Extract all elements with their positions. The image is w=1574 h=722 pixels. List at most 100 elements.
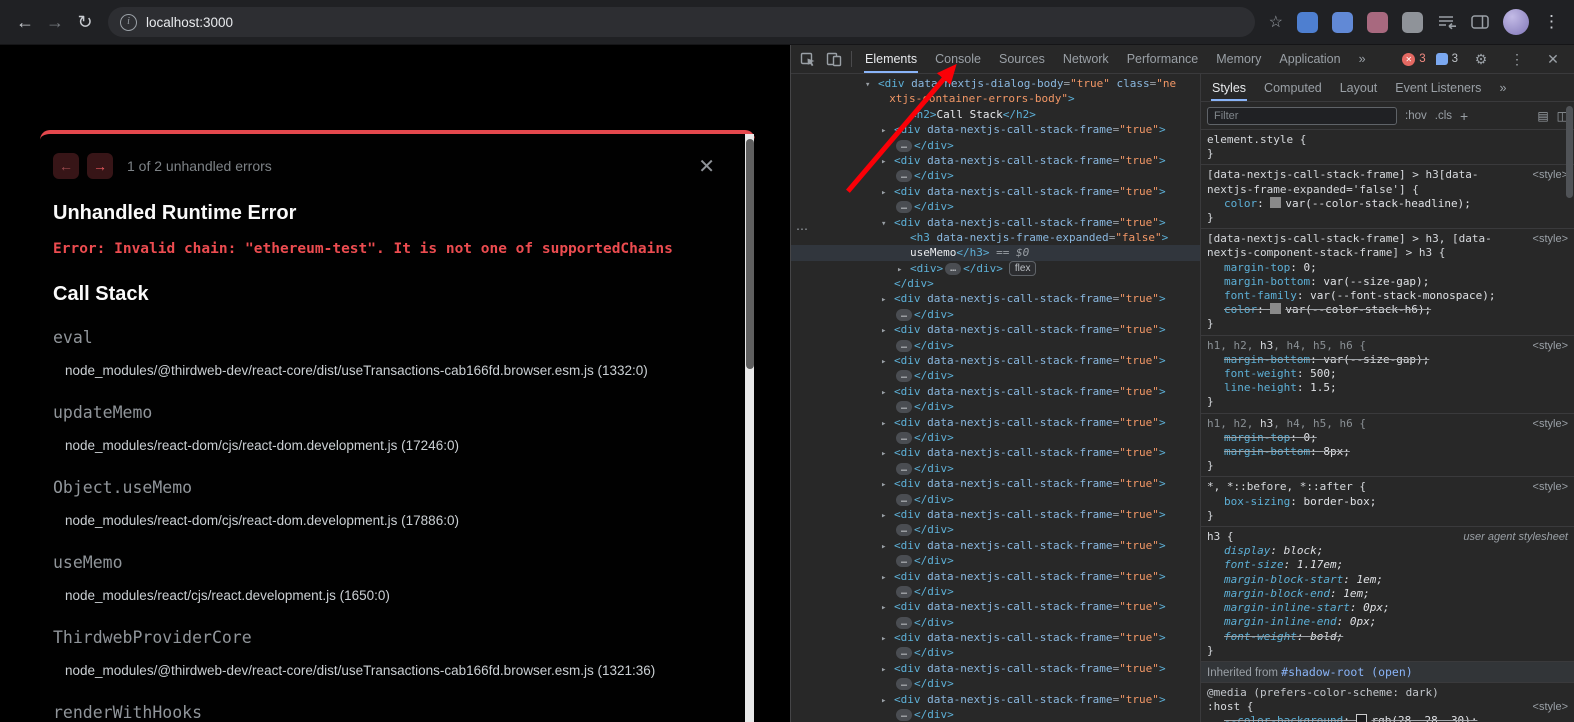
color-swatch[interactable] xyxy=(1270,197,1281,208)
tab-event-listeners[interactable]: Event Listeners xyxy=(1386,74,1490,101)
css-selector[interactable]: [data-nextjs-call-stack-frame] > h3, [da… xyxy=(1207,232,1568,246)
collapsed-content-ellipsis[interactable]: … xyxy=(896,524,912,536)
stylesheet-source-link[interactable]: <style> xyxy=(1533,481,1568,493)
dom-tree-line[interactable]: ▸<div data-nextjs-call-stack-frame="true… xyxy=(791,415,1200,430)
dom-tree-line[interactable]: …</div> xyxy=(791,461,1200,476)
collapsed-content-ellipsis[interactable]: … xyxy=(896,401,912,413)
settings-gear-icon[interactable]: ⚙ xyxy=(1468,46,1494,72)
dom-tree-line[interactable]: …</div> xyxy=(791,707,1200,722)
collapsed-content-ellipsis[interactable]: … xyxy=(896,709,912,721)
address-bar[interactable]: i localhost:3000 xyxy=(108,7,1255,37)
dom-tree-line[interactable]: ▸<div data-nextjs-call-stack-frame="true… xyxy=(791,384,1200,399)
stylesheet-source-link[interactable]: <style> xyxy=(1533,169,1568,181)
previous-error-button[interactable]: ← xyxy=(53,153,79,179)
dom-tree-line[interactable]: ▸<div data-nextjs-call-stack-frame="true… xyxy=(791,184,1200,199)
dom-tree-line[interactable]: ▸<div data-nextjs-call-stack-frame="true… xyxy=(791,661,1200,676)
dom-tree-line[interactable]: ▸<div data-nextjs-call-stack-frame="true… xyxy=(791,153,1200,168)
dom-tree-line[interactable]: …</div> xyxy=(791,399,1200,414)
collapsed-content-ellipsis[interactable]: … xyxy=(945,263,961,275)
next-error-button[interactable]: → xyxy=(87,153,113,179)
collapsed-content-ellipsis[interactable]: … xyxy=(896,370,912,382)
dom-tree-line[interactable]: ▸<div data-nextjs-call-stack-frame="true… xyxy=(791,630,1200,645)
css-property[interactable]: box-sizing: border-box; xyxy=(1207,495,1568,509)
tab-network[interactable]: Network xyxy=(1054,45,1118,73)
devtools-menu-icon[interactable]: ⋮ xyxy=(1504,46,1530,72)
dom-tree-line[interactable]: …</div> xyxy=(791,615,1200,630)
css-selector[interactable]: h1, h2, h3, h4, h5, h6 { xyxy=(1207,417,1568,431)
styles-scrollbar[interactable] xyxy=(1564,102,1574,722)
collapsed-content-ellipsis[interactable]: … xyxy=(896,678,912,690)
css-property[interactable]: --color-background: rgb(28, 28, 30); xyxy=(1207,714,1568,722)
css-selector[interactable]: element.style { xyxy=(1207,133,1568,147)
gutter-ellipsis[interactable]: ⋯ xyxy=(796,222,808,236)
css-property[interactable]: margin-block-end: 1em; xyxy=(1207,587,1568,601)
dom-tree-line[interactable]: ▸<div data-nextjs-call-stack-frame="true… xyxy=(791,692,1200,707)
dom-tree-line[interactable]: <h2>Call Stack</h2> xyxy=(791,107,1200,122)
forward-button[interactable]: → xyxy=(40,7,70,37)
errors-badge[interactable]: ✕ 3 xyxy=(1402,53,1425,66)
css-property[interactable]: margin-bottom: var(--size-gap); xyxy=(1207,353,1568,367)
dom-tree-line[interactable]: …</div> xyxy=(791,199,1200,214)
dom-tree-line[interactable]: …</div> xyxy=(791,584,1200,599)
dom-tree-line[interactable]: ▸<div data-nextjs-call-stack-frame="true… xyxy=(791,569,1200,584)
collapsed-content-ellipsis[interactable]: … xyxy=(896,340,912,352)
dom-tree-line[interactable]: …</div> xyxy=(791,338,1200,353)
tab-computed[interactable]: Computed xyxy=(1255,74,1331,101)
tab-layout[interactable]: Layout xyxy=(1331,74,1387,101)
css-property[interactable]: font-weight: bold; xyxy=(1207,630,1568,644)
extension-icon[interactable] xyxy=(1332,12,1353,33)
device-toolbar-icon[interactable] xyxy=(821,46,847,72)
css-property[interactable]: font-family: var(--font-stack-monospace)… xyxy=(1207,289,1568,303)
dom-tree-line[interactable]: …</div> xyxy=(791,676,1200,691)
dom-tree-line[interactable]: ▸<div data-nextjs-call-stack-frame="true… xyxy=(791,599,1200,614)
styles-scrollbar-thumb[interactable] xyxy=(1566,106,1573,198)
tab-application[interactable]: Application xyxy=(1270,45,1349,73)
css-property[interactable]: margin-top: 0; xyxy=(1207,261,1568,275)
collapsed-content-ellipsis[interactable]: … xyxy=(896,463,912,475)
css-property[interactable]: color: var(--color-stack-headline); xyxy=(1207,197,1568,211)
css-selector[interactable]: *, *::before, *::after { xyxy=(1207,480,1568,494)
css-selector[interactable]: h1, h2, h3, h4, h5, h6 { xyxy=(1207,339,1568,353)
collapsed-content-ellipsis[interactable]: … xyxy=(896,140,912,152)
css-selector[interactable]: [data-nextjs-call-stack-frame] > h3[data… xyxy=(1207,168,1568,182)
dom-tree-line[interactable]: ▸<div data-nextjs-call-stack-frame="true… xyxy=(791,476,1200,491)
flex-badge[interactable]: flex xyxy=(1009,261,1037,276)
dom-tree-line[interactable]: ▸<div>…</div>flex xyxy=(791,261,1200,276)
dom-tree-line[interactable]: ▸<div data-nextjs-call-stack-frame="true… xyxy=(791,538,1200,553)
css-property[interactable]: margin-bottom: var(--size-gap); xyxy=(1207,275,1568,289)
dom-tree-line[interactable]: useMemo</h3> == $0 xyxy=(791,245,1200,260)
collapsed-content-ellipsis[interactable]: … xyxy=(896,494,912,506)
tab-styles[interactable]: Styles xyxy=(1203,74,1255,101)
extension-icon[interactable] xyxy=(1297,12,1318,33)
sidebar-more-tabs-icon[interactable]: » xyxy=(1490,74,1515,101)
css-property[interactable]: margin-bottom: 8px; xyxy=(1207,445,1568,459)
color-swatch[interactable] xyxy=(1356,714,1367,722)
extension-icon[interactable] xyxy=(1402,12,1423,33)
bookmark-star-icon[interactable]: ☆ xyxy=(1269,12,1283,32)
inspect-element-icon[interactable] xyxy=(795,46,821,72)
dom-tree-line[interactable]: ▸<div data-nextjs-call-stack-frame="true… xyxy=(791,122,1200,137)
dom-tree-line[interactable]: …</div> xyxy=(791,645,1200,660)
tab-elements[interactable]: Elements xyxy=(856,45,926,73)
dom-tree-line[interactable]: xtjs-container-errors-body"> xyxy=(791,91,1200,106)
collapsed-content-ellipsis[interactable]: … xyxy=(896,170,912,182)
css-property[interactable]: color: var(--color-stack-h6); xyxy=(1207,303,1568,317)
dom-tree-line[interactable]: ▸<div data-nextjs-call-stack-frame="true… xyxy=(791,322,1200,337)
css-selector[interactable]: :host { xyxy=(1207,700,1568,714)
close-overlay-icon[interactable]: ✕ xyxy=(698,154,715,179)
dom-tree-line[interactable]: …</div> xyxy=(791,430,1200,445)
css-property[interactable]: margin-inline-end: 0px; xyxy=(1207,615,1568,629)
dom-tree-line[interactable]: ▸<div data-nextjs-call-stack-frame="true… xyxy=(791,445,1200,460)
computed-toggle-icon[interactable]: ▤ xyxy=(1537,109,1548,123)
toggle-hover-state-button[interactable]: :hov xyxy=(1405,110,1427,122)
color-swatch[interactable] xyxy=(1270,303,1281,314)
tab-memory[interactable]: Memory xyxy=(1207,45,1270,73)
browser-menu-icon[interactable]: ⋮ xyxy=(1543,12,1560,32)
dom-tree-line[interactable]: …</div> xyxy=(791,368,1200,383)
css-selector[interactable]: nextjs-frame-expanded='false'] { xyxy=(1207,183,1568,197)
reading-list-icon[interactable] xyxy=(1437,14,1457,30)
css-property[interactable]: line-height: 1.5; xyxy=(1207,381,1568,395)
collapsed-content-ellipsis[interactable]: … xyxy=(896,586,912,598)
dom-tree-line[interactable]: …</div> xyxy=(791,522,1200,537)
dom-tree-line[interactable]: …</div> xyxy=(791,492,1200,507)
